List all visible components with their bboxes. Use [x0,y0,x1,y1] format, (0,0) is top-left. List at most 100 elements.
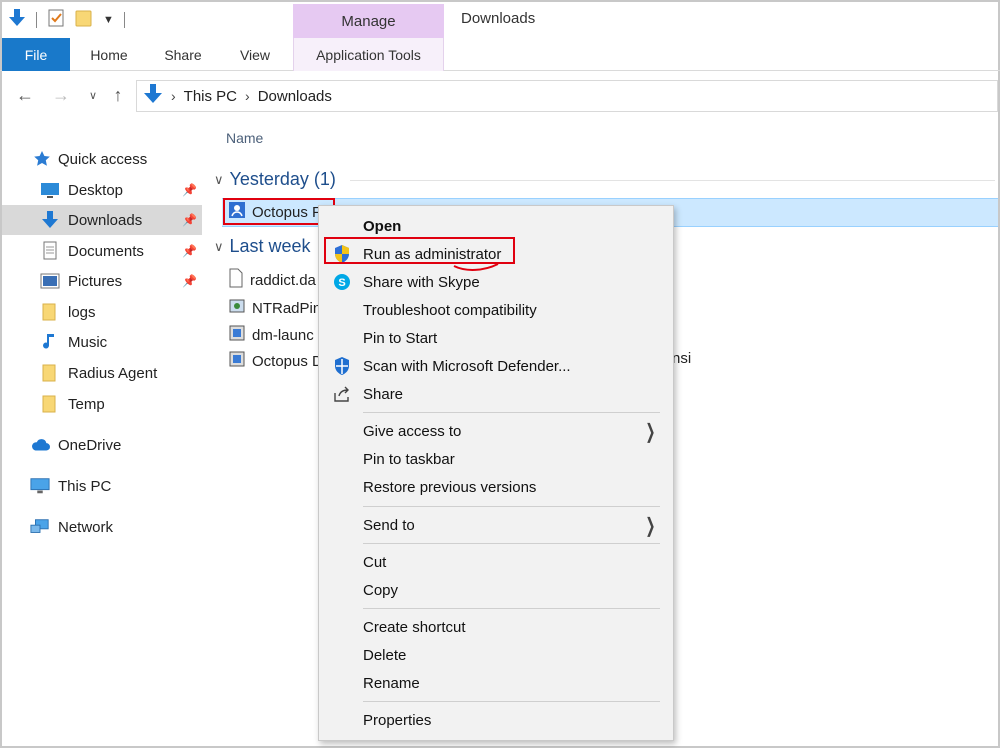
download-icon [40,210,60,230]
nav-logs[interactable]: logs [2,297,202,327]
menu-item-pin-to-start[interactable]: Pin to Start [319,324,673,352]
properties-check-icon[interactable] [47,8,65,32]
download-arrow-icon[interactable] [8,8,26,32]
file-row-dm-launch[interactable]: dm-launc [228,322,314,348]
nav-label: logs [68,303,96,321]
pin-icon[interactable]: 📌 [182,213,197,227]
nav-label: Network [58,518,114,536]
menu-label: Create shortcut [363,618,466,636]
nav-documents[interactable]: Documents 📌 [2,236,202,266]
menu-item-open[interactable]: Open [319,212,673,240]
tab-share[interactable]: Share [154,38,212,71]
nav-label: Documents [68,242,144,260]
customize-dropdown-icon[interactable]: ▼ [103,14,114,26]
collapse-chevron-icon[interactable]: ∨ [214,239,224,255]
breadcrumb-downloads[interactable]: Downloads [258,88,332,105]
menu-item-cut[interactable]: Cut [319,548,673,576]
nav-downloads[interactable]: Downloads 📌 [2,205,202,235]
menu-label: Give access to [363,422,462,440]
nav-pictures[interactable]: Pictures 📌 [2,266,202,296]
menu-item-share-with-skype[interactable]: S Share with Skype [319,268,673,296]
menu-item-pin-to-taskbar[interactable]: Pin to taskbar [319,445,673,473]
nav-label: Desktop [68,181,124,199]
nav-network[interactable]: Network [2,512,202,542]
up-arrow-icon[interactable]: ↑ [107,84,129,106]
nav-label: Downloads [68,211,143,229]
pin-icon[interactable]: 📌 [182,274,197,288]
nav-radius-agent[interactable]: Radius Agent [2,358,202,388]
file-name: dm-launc [252,326,314,344]
pictures-icon [40,271,60,291]
menu-item-create-shortcut[interactable]: Create shortcut [319,613,673,641]
menu-label: Send to [363,516,415,534]
menu-item-properties[interactable]: Properties [319,706,673,734]
underline-scribble [453,263,499,271]
group-header-yesterday[interactable]: ∨ Yesterday (1) [214,169,336,190]
column-header-name[interactable]: Name [226,130,263,146]
tab-application-tools[interactable]: Application Tools [293,38,444,71]
file-row-raddict[interactable]: raddict.da [228,267,316,293]
music-icon [40,332,60,352]
nav-this-pc[interactable]: This PC [2,471,202,501]
menu-item-restore-previous-versions[interactable]: Restore previous versions [319,473,673,501]
submenu-arrow-icon: ❯ [645,420,656,443]
menu-separator [363,701,660,702]
submenu-arrow-icon: ❯ [645,514,656,537]
menu-label: Share with Skype [363,273,480,291]
file-type-text: nsi [672,350,692,367]
menu-separator [363,412,660,413]
address-bar[interactable]: › This PC › Downloads [136,80,998,112]
back-arrow-icon[interactable]: ← [14,84,36,106]
file-row-octopus-deploy[interactable]: Octopus D [228,348,323,374]
tab-file[interactable]: File [2,38,70,71]
downloads-location-icon [143,83,163,109]
share-icon [332,384,352,404]
menu-item-copy[interactable]: Copy [319,576,673,604]
group-header-last-week[interactable]: ∨ Last week [214,236,311,257]
nav-desktop[interactable]: Desktop 📌 [2,175,202,205]
menu-item-delete[interactable]: Delete [319,641,673,669]
menu-label: Troubleshoot compatibility [363,301,537,319]
nav-label: Music [68,333,108,351]
nav-music[interactable]: Music [2,327,202,357]
forward-arrow-icon[interactable]: → [50,84,72,106]
recent-locations-chevron-icon[interactable]: ∨ [82,84,104,106]
breadcrumb-separator-icon[interactable]: › [245,88,250,104]
menu-item-share[interactable]: Share [319,380,673,408]
nav-label: Quick access [58,150,148,168]
nav-label: OneDrive [58,436,122,454]
menu-label: Pin to Start [363,329,438,347]
context-menu: Open Run as administrator S Share with S… [318,205,674,741]
nav-onedrive[interactable]: OneDrive [2,430,202,460]
menu-item-give-access-to[interactable]: Give access to ❯ [319,417,673,445]
tab-view[interactable]: View [228,38,282,71]
pin-icon[interactable]: 📌 [182,244,197,258]
menu-item-scan-with-defender[interactable]: Scan with Microsoft Defender... [319,352,673,380]
menu-separator [363,543,660,544]
computer-icon [30,476,50,496]
nav-temp[interactable]: Temp [2,389,202,419]
menu-item-rename[interactable]: Rename [319,669,673,697]
manage-contextual-tab: Manage [293,4,444,38]
new-folder-icon[interactable] [75,8,93,32]
menu-label: Properties [363,711,432,729]
nav-quick-access[interactable]: Quick access [2,144,202,174]
folder-icon [40,302,60,322]
file-name: NTRadPin [252,299,322,317]
pin-icon[interactable]: 📌 [182,183,197,197]
folder-icon [40,394,60,414]
tab-home[interactable]: Home [80,38,138,71]
menu-item-troubleshoot-compatibility[interactable]: Troubleshoot compatibility [319,296,673,324]
menu-label: Cut [363,553,387,571]
group-divider [350,180,995,181]
file-name: Octopus D [252,352,323,370]
menu-item-send-to[interactable]: Send to ❯ [319,511,673,539]
file-row-ntradpin[interactable]: NTRadPin [228,295,321,321]
collapse-chevron-icon[interactable]: ∨ [214,172,224,188]
breadcrumb-separator-icon[interactable]: › [171,88,176,104]
menu-label: Pin to taskbar [363,450,455,468]
breadcrumb-this-pc[interactable]: This PC [184,88,237,105]
nav-label: Pictures [68,272,123,290]
folder-icon [40,363,60,383]
nav-label: This PC [58,477,112,495]
